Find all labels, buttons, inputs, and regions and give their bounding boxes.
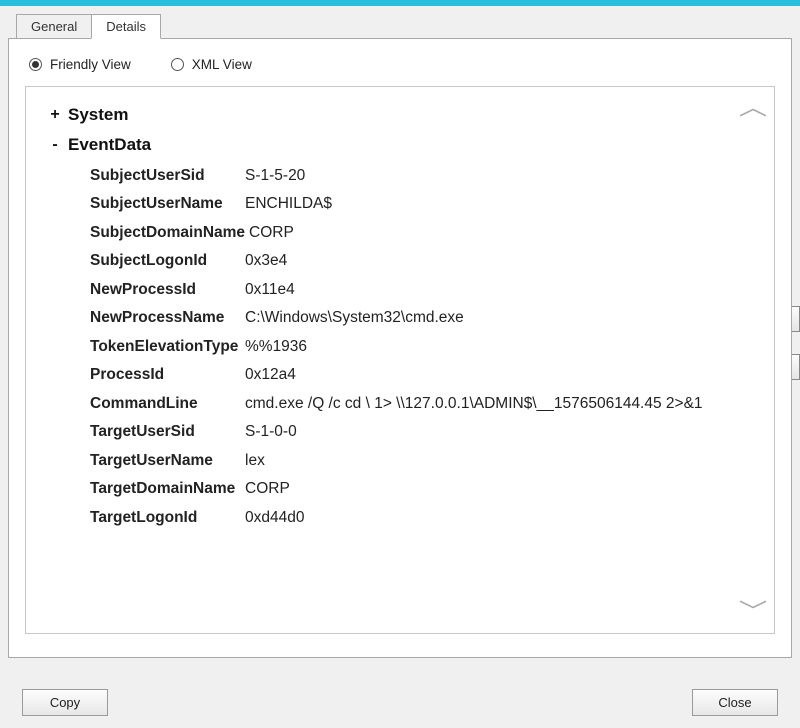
field-name: NewProcessId <box>90 279 245 301</box>
radio-unselected-icon <box>171 58 184 71</box>
scroll-up-icon[interactable]: ︿ <box>739 97 768 119</box>
tab-strip: General Details <box>16 14 792 38</box>
tree-label-eventdata: EventData <box>68 135 151 155</box>
field-name: TargetUserName <box>90 450 245 472</box>
field-value: S-1-0-0 <box>245 421 760 443</box>
field-name: TargetLogonId <box>90 507 245 529</box>
tree-label-system: System <box>68 105 128 125</box>
scroll-down-icon[interactable]: ﹀ <box>739 601 768 623</box>
field-name: SubjectLogonId <box>90 250 245 272</box>
field-name: TokenElevationType <box>90 336 245 358</box>
field-row: SubjectDomainName CORP <box>90 222 760 244</box>
field-value: %%1936 <box>245 336 760 358</box>
field-value: C:\Windows\System32\cmd.exe <box>245 307 760 329</box>
field-row: TokenElevationType %%1936 <box>90 336 760 358</box>
field-row: TargetUserName lex <box>90 450 760 472</box>
tree-node-eventdata[interactable]: - EventData <box>48 135 760 155</box>
field-row: SubjectUserName ENCHILDA$ <box>90 193 760 215</box>
radio-xml-view[interactable]: XML View <box>171 57 252 72</box>
field-name: SubjectUserSid <box>90 165 245 187</box>
tab-details[interactable]: Details <box>91 14 161 39</box>
field-value: 0xd44d0 <box>245 507 760 529</box>
field-row: TargetDomainName CORP <box>90 478 760 500</box>
field-row: SubjectUserSid S-1-5-20 <box>90 165 760 187</box>
tree-node-system[interactable]: + System <box>48 105 760 125</box>
field-value: 0x11e4 <box>245 279 760 301</box>
expand-icon[interactable]: + <box>48 106 62 124</box>
radio-friendly-label: Friendly View <box>50 57 131 72</box>
field-row: NewProcessName C:\Windows\System32\cmd.e… <box>90 307 760 329</box>
field-value: 0x3e4 <box>245 250 760 272</box>
field-value: S-1-5-20 <box>245 165 760 187</box>
field-value: cmd.exe /Q /c cd \ 1> \\127.0.0.1\ADMIN$… <box>245 393 760 415</box>
field-row: TargetLogonId 0xd44d0 <box>90 507 760 529</box>
collapse-icon[interactable]: - <box>48 136 62 154</box>
copy-button[interactable]: Copy <box>22 689 108 716</box>
radio-xml-label: XML View <box>192 57 252 72</box>
event-detail-box: ︿ + System - EventData SubjectUserSid S-… <box>25 86 775 634</box>
field-name: ProcessId <box>90 364 245 386</box>
field-name: CommandLine <box>90 393 245 415</box>
tab-general[interactable]: General <box>16 14 92 38</box>
field-value: 0x12a4 <box>245 364 760 386</box>
details-tab-panel: Friendly View XML View ︿ + System - Even… <box>8 38 792 658</box>
field-row: TargetUserSid S-1-0-0 <box>90 421 760 443</box>
field-value: CORP <box>249 222 760 244</box>
dialog-button-bar: Copy Close <box>8 689 792 716</box>
field-row: NewProcessId 0x11e4 <box>90 279 760 301</box>
field-name: TargetDomainName <box>90 478 245 500</box>
field-name: NewProcessName <box>90 307 245 329</box>
field-name: TargetUserSid <box>90 421 245 443</box>
field-row: CommandLine cmd.exe /Q /c cd \ 1> \\127.… <box>90 393 760 415</box>
field-row: ProcessId 0x12a4 <box>90 364 760 386</box>
field-name: SubjectDomainName <box>90 222 249 244</box>
field-value: lex <box>245 450 760 472</box>
eventdata-field-list: SubjectUserSid S-1-5-20 SubjectUserName … <box>90 165 760 529</box>
field-name: SubjectUserName <box>90 193 245 215</box>
field-value: ENCHILDA$ <box>245 193 760 215</box>
field-value: CORP <box>245 478 760 500</box>
view-mode-radios: Friendly View XML View <box>29 57 775 72</box>
close-button[interactable]: Close <box>692 689 778 716</box>
field-row: SubjectLogonId 0x3e4 <box>90 250 760 272</box>
radio-friendly-view[interactable]: Friendly View <box>29 57 131 72</box>
radio-selected-icon <box>29 58 42 71</box>
window-body: General Details Friendly View XML View ︿… <box>0 6 800 728</box>
